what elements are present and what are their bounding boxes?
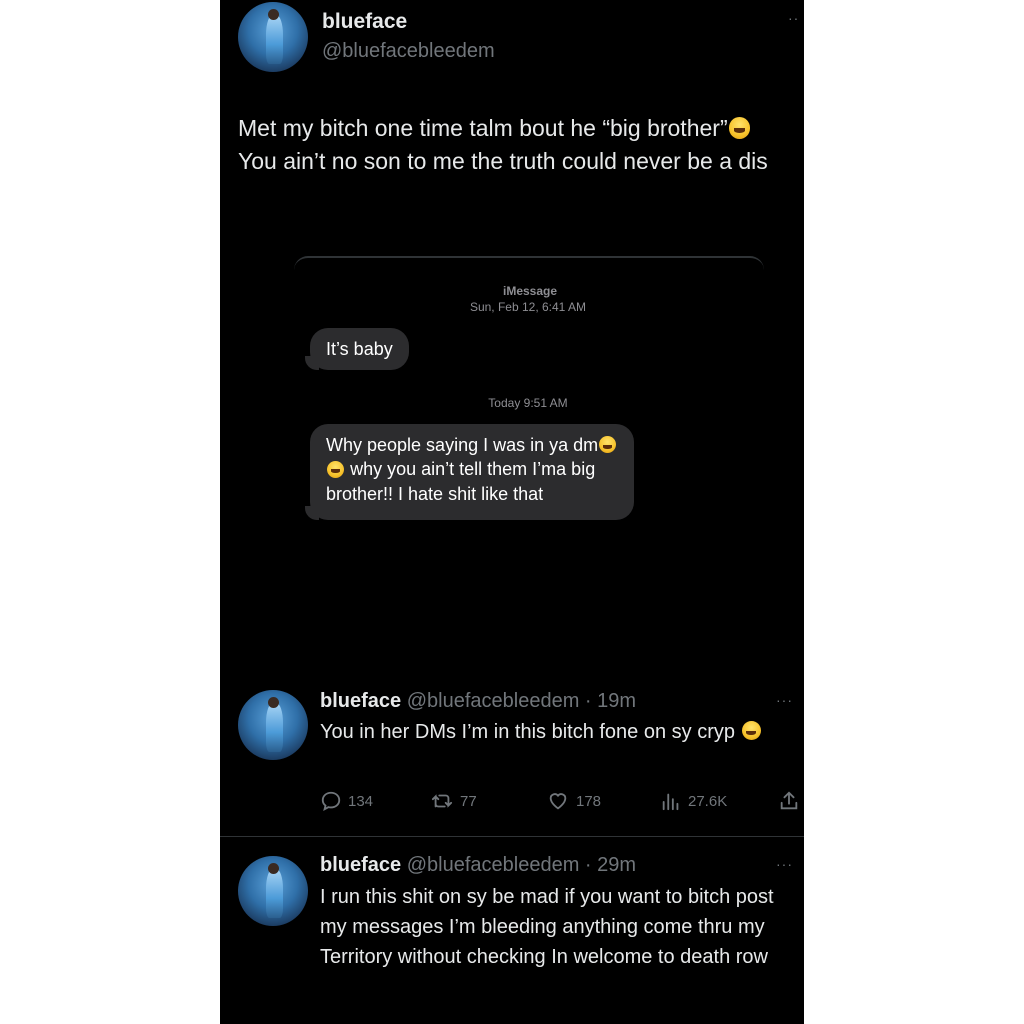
reply-count: 134 bbox=[348, 792, 374, 810]
phone-screen: blueface @bluefacebleedem ·· Met my bitc… bbox=[220, 0, 804, 1024]
avatar[interactable] bbox=[238, 856, 308, 926]
tweet-text: Met my bitch one time talm bout he “big … bbox=[238, 115, 768, 174]
retweet-icon bbox=[431, 794, 453, 808]
like-count: 178 bbox=[576, 792, 602, 810]
retweet-button[interactable]: 77 bbox=[430, 790, 477, 812]
more-dots-icon[interactable]: ··· bbox=[776, 856, 793, 872]
embedded-image-frame bbox=[294, 256, 764, 270]
share-button[interactable] bbox=[778, 790, 800, 812]
reply-button[interactable]: 134 bbox=[320, 790, 373, 812]
message-bubble: It’s baby bbox=[305, 328, 409, 371]
author-handle-time[interactable]: @bluefacebleedem · 29m bbox=[407, 854, 636, 876]
like-icon bbox=[549, 793, 567, 810]
author-name[interactable]: blueface bbox=[320, 854, 401, 876]
tweet-text: I run this shit on sy be mad if you want… bbox=[320, 886, 774, 968]
imessage-service-label: iMessage bbox=[502, 284, 558, 298]
views-icon bbox=[662, 793, 679, 811]
avatar[interactable] bbox=[238, 2, 308, 72]
avatar[interactable] bbox=[238, 690, 308, 760]
retweet-count: 77 bbox=[460, 792, 477, 810]
tweet-header: blueface @bluefacebleedem · 29m bbox=[320, 854, 636, 877]
laughing-emoji-icon bbox=[741, 721, 761, 741]
imessage-timestamp: Today 9:51 AM bbox=[488, 396, 568, 410]
reply-icon bbox=[321, 791, 341, 812]
like-button[interactable]: 178 bbox=[546, 790, 601, 812]
more-dots-icon[interactable]: ·· bbox=[788, 10, 799, 26]
tweet-header: blueface @bluefacebleedem · 19m bbox=[320, 690, 636, 713]
tweet-text: You in her DMs I’m in this bitch fone on… bbox=[320, 718, 780, 746]
views-button[interactable]: 27.6K bbox=[660, 790, 727, 812]
more-dots-icon[interactable]: ··· bbox=[776, 692, 793, 708]
laughing-emoji-icon bbox=[599, 436, 617, 454]
imessage-timestamp: Sun, Feb 12, 6:41 AM bbox=[469, 300, 587, 314]
author-handle-time[interactable]: @bluefacebleedem · 19m bbox=[407, 690, 636, 712]
laughing-emoji-icon bbox=[327, 460, 345, 478]
author-name[interactable]: blueface bbox=[320, 690, 401, 712]
author-name[interactable]: blueface bbox=[322, 10, 407, 34]
share-icon bbox=[780, 791, 798, 810]
divider bbox=[220, 836, 804, 837]
author-handle[interactable]: @bluefacebleedem bbox=[322, 40, 495, 63]
laughing-emoji-icon bbox=[728, 116, 751, 139]
view-count: 27.6K bbox=[688, 792, 728, 810]
message-bubble: Why people saying I was in ya dm why you… bbox=[305, 424, 634, 521]
